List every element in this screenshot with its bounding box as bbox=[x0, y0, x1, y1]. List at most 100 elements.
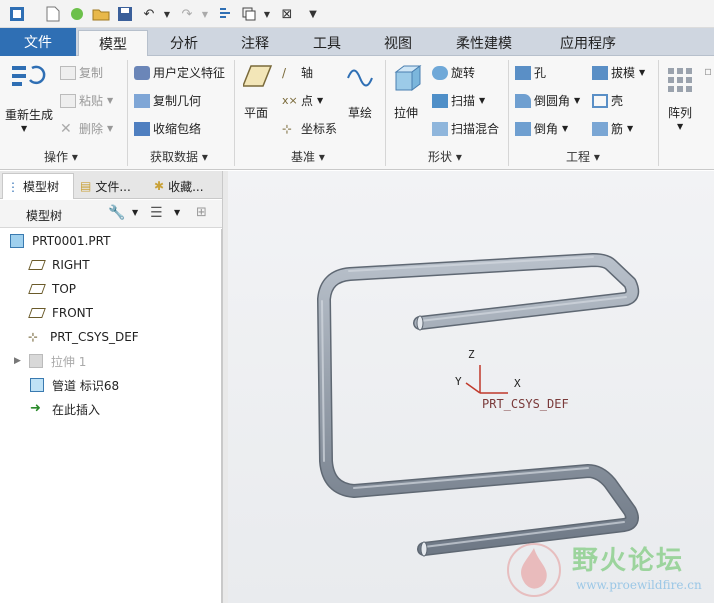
new-file-icon[interactable] bbox=[44, 5, 62, 23]
datum-plane-icon bbox=[28, 284, 46, 294]
more-icon[interactable]: ▫ bbox=[704, 64, 712, 78]
hole-label: 孔 bbox=[534, 66, 547, 80]
draft-icon bbox=[592, 65, 608, 80]
udf-button[interactable]: 用户定义特征 bbox=[134, 64, 225, 81]
redo-dropdown-icon[interactable]: ▼ bbox=[196, 5, 214, 23]
copy-geometry-button[interactable]: 复制几何 bbox=[134, 92, 201, 109]
axis-button[interactable]: / 轴 bbox=[282, 64, 313, 81]
shrinkwrap-button[interactable]: 收缩包络 bbox=[134, 120, 201, 137]
axis-y-label: Y bbox=[455, 375, 462, 388]
show-dropdown-icon[interactable]: ▼ bbox=[174, 208, 180, 217]
pattern-icon[interactable] bbox=[666, 66, 696, 94]
round-icon bbox=[515, 93, 531, 108]
swept-blend-button[interactable]: 扫描混合 bbox=[432, 120, 499, 137]
copy-icon bbox=[60, 65, 76, 80]
filter-icon[interactable]: ⊞ bbox=[196, 205, 207, 220]
tree-item-label: 在此插入 bbox=[52, 402, 101, 417]
tab-folder-label: 文件... bbox=[95, 179, 131, 194]
group-get-data-label[interactable]: 获取数据 ▾ bbox=[150, 148, 208, 165]
sketch-button[interactable]: 草绘 bbox=[348, 104, 372, 121]
plane-icon[interactable] bbox=[243, 64, 273, 88]
tree-item-root[interactable]: PRT0001.PRT bbox=[10, 231, 110, 251]
group-datum-label[interactable]: 基准 ▾ bbox=[291, 148, 325, 165]
close-window-icon[interactable]: ⊠ bbox=[278, 5, 296, 23]
tree-item-label: TOP bbox=[52, 282, 77, 296]
settings-tools-icon[interactable]: 🔧 bbox=[108, 205, 125, 221]
revolve-label: 旋转 bbox=[451, 66, 476, 80]
hole-icon bbox=[515, 65, 531, 80]
extrude-button[interactable]: 拉伸 bbox=[394, 104, 418, 121]
revolve-button[interactable]: 旋转 bbox=[432, 64, 475, 81]
tab-file[interactable]: 文件 bbox=[0, 28, 76, 56]
settings-dropdown-icon[interactable]: ▼ bbox=[132, 208, 138, 217]
tree-item-extrude[interactable]: ▶ 拉伸 1 bbox=[14, 351, 86, 371]
tree-item-csys[interactable]: ⊹ PRT_CSYS_DEF bbox=[28, 327, 139, 347]
paste-button[interactable]: 粘贴 ▼ bbox=[60, 92, 113, 109]
copy-button[interactable]: 复制 bbox=[60, 64, 103, 81]
tab-model[interactable]: 模型 bbox=[78, 30, 148, 57]
watermark-url: www.proewildfire.cn bbox=[576, 578, 702, 592]
customize-toolbar-icon[interactable]: ▼ bbox=[304, 5, 322, 23]
csys-button[interactable]: ⊹ 坐标系 bbox=[282, 120, 337, 137]
tree-item-label: PRT0001.PRT bbox=[32, 234, 111, 248]
pattern-dropdown-icon[interactable]: ▼ bbox=[677, 122, 683, 131]
tree-item-pipe[interactable]: 管道 标识68 bbox=[30, 375, 119, 395]
regenerate-button[interactable]: 重新生成 bbox=[5, 106, 53, 123]
udf-label: 用户定义特征 bbox=[153, 66, 226, 80]
app-icon[interactable] bbox=[8, 5, 26, 23]
expand-arrow-icon[interactable]: ▶ bbox=[14, 356, 21, 366]
pattern-button[interactable]: 阵列 bbox=[668, 104, 692, 121]
tab-model-tree-label: 模型树 bbox=[23, 180, 60, 194]
tab-annotate[interactable]: 注释 bbox=[220, 30, 290, 56]
round-button[interactable]: 倒圆角 ▼ bbox=[515, 92, 580, 109]
regenerate-dropdown-icon[interactable]: ▼ bbox=[21, 124, 27, 133]
draft-button[interactable]: 拔模 ▼ bbox=[592, 64, 645, 81]
tree-item-front[interactable]: FRONT bbox=[28, 303, 93, 323]
sketch-icon[interactable] bbox=[346, 64, 374, 88]
tab-favorites[interactable]: ✱ 收藏... bbox=[150, 173, 222, 199]
group-engineering-label[interactable]: 工程 ▾ bbox=[566, 148, 600, 165]
model-tree-title: 模型树 bbox=[26, 209, 63, 223]
undo-icon[interactable]: ↶ bbox=[140, 5, 158, 23]
axis-z-label: Z bbox=[468, 348, 475, 361]
extrude-icon[interactable] bbox=[392, 64, 424, 92]
udf-icon bbox=[134, 65, 150, 80]
tab-flexible-modeling[interactable]: 柔性建模 bbox=[434, 30, 534, 56]
tree-item-insert-here[interactable]: ➜ 在此插入 bbox=[30, 399, 100, 419]
regenerate-small-icon[interactable] bbox=[216, 5, 234, 23]
plane-button[interactable]: 平面 bbox=[244, 104, 268, 121]
open-session-icon[interactable] bbox=[68, 5, 86, 23]
windows-dropdown-icon[interactable]: ▼ bbox=[258, 5, 276, 23]
group-divider bbox=[385, 60, 386, 166]
tab-applications[interactable]: 应用程序 bbox=[536, 30, 640, 56]
open-folder-icon[interactable] bbox=[92, 5, 110, 23]
tab-tools[interactable]: 工具 bbox=[292, 30, 362, 56]
paste-icon bbox=[60, 93, 76, 108]
tree-item-top[interactable]: TOP bbox=[28, 279, 77, 299]
tab-model-tree[interactable]: ⋮ 模型树 bbox=[2, 173, 74, 199]
save-icon[interactable] bbox=[116, 5, 134, 23]
redo-icon[interactable]: ↷ bbox=[178, 5, 196, 23]
csys-name-label: PRT_CSYS_DEF bbox=[482, 397, 569, 411]
copy-geometry-label: 复制几何 bbox=[153, 94, 202, 108]
tab-folder-browser[interactable]: ▤ 文件... bbox=[76, 173, 148, 199]
tab-view[interactable]: 视图 bbox=[364, 30, 432, 56]
group-operations-label[interactable]: 操作 ▾ bbox=[44, 148, 78, 165]
undo-dropdown-icon[interactable]: ▼ bbox=[158, 5, 176, 23]
point-label: 点 bbox=[301, 94, 314, 108]
delete-button[interactable]: ✕ 删除 ▼ bbox=[60, 120, 113, 137]
rib-button[interactable]: 筋 ▼ bbox=[592, 120, 633, 137]
windows-icon[interactable] bbox=[240, 5, 258, 23]
watermark-logo-icon bbox=[507, 543, 561, 597]
delete-icon: ✕ bbox=[60, 120, 72, 137]
tree-item-right[interactable]: RIGHT bbox=[28, 255, 90, 275]
chamfer-button[interactable]: 倒角 ▼ bbox=[515, 120, 568, 137]
regenerate-icon[interactable] bbox=[10, 62, 46, 92]
show-list-icon[interactable]: ☰ bbox=[150, 205, 163, 221]
group-shapes-label[interactable]: 形状 ▾ bbox=[428, 148, 462, 165]
sweep-button[interactable]: 扫描 ▼ bbox=[432, 92, 485, 109]
shell-button[interactable]: 壳 bbox=[592, 92, 623, 109]
point-button[interactable]: x× 点 ▼ bbox=[282, 92, 323, 109]
tab-analysis[interactable]: 分析 bbox=[150, 30, 218, 56]
hole-button[interactable]: 孔 bbox=[515, 64, 546, 81]
